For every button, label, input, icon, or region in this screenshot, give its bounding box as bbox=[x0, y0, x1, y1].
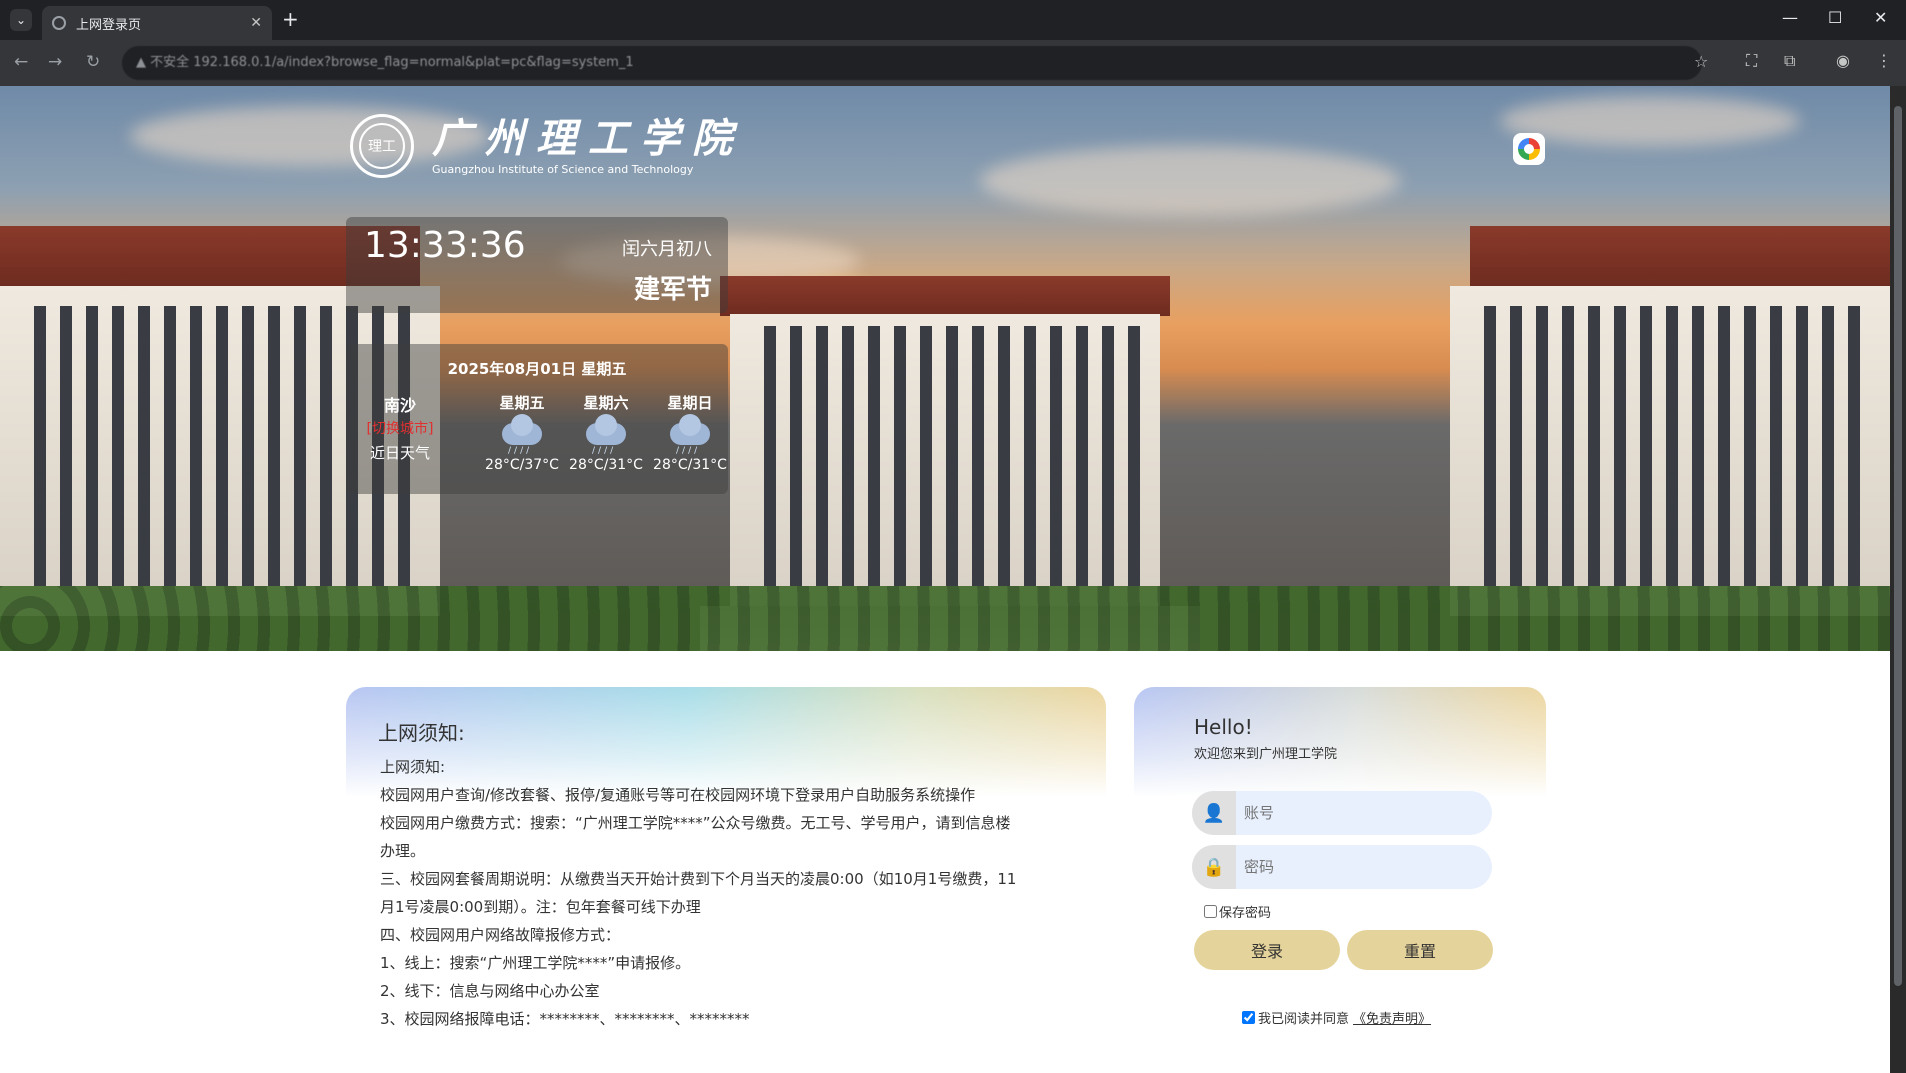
notice-panel: 上网须知: 上网须知: 校园网用户查询/修改套餐、报停/复通账号等可在校园网环境… bbox=[346, 687, 1106, 1073]
rain-cloud-icon: //// bbox=[586, 414, 626, 456]
scrollbar-thumb[interactable] bbox=[1894, 106, 1902, 986]
weather-day: 星期六 //// 28°C/31°C bbox=[569, 394, 643, 473]
password-field: 🔒 bbox=[1192, 845, 1492, 889]
account-field: 👤 bbox=[1192, 791, 1492, 835]
school-name-en: Guangzhou Institute of Science and Techn… bbox=[432, 162, 694, 176]
user-icon: 👤 bbox=[1192, 791, 1236, 835]
agree-label: 我已阅读并同意 bbox=[1258, 1012, 1350, 1027]
welcome-text: 欢迎您来到广州理工学院 bbox=[1194, 747, 1338, 762]
minimize-button[interactable]: — bbox=[1782, 8, 1798, 27]
browser-toolbar: ← → ↻ ▲ 不安全 192.168.0.1/a/index?browse_f… bbox=[0, 40, 1906, 86]
remember-password-checkbox[interactable] bbox=[1204, 905, 1217, 918]
browser-tab[interactable]: 上网登录页 ✕ bbox=[42, 6, 272, 40]
back-icon[interactable]: ← bbox=[14, 52, 28, 72]
password-input[interactable] bbox=[1236, 845, 1476, 889]
bookmark-star-icon[interactable]: ☆ bbox=[1694, 52, 1708, 71]
notice-line: 校园网用户查询/修改套餐、报停/复通账号等可在校园网环境下登录用户自助服务系统操… bbox=[380, 786, 976, 804]
recent-weather-label: 近日天气 bbox=[369, 444, 430, 462]
profile-icon[interactable]: ◉ bbox=[1836, 51, 1850, 70]
tab-search-button[interactable]: ⌄ bbox=[10, 9, 32, 31]
account-input[interactable] bbox=[1236, 791, 1476, 835]
tab-title: 上网登录页 bbox=[76, 17, 142, 33]
reload-icon[interactable]: ↻ bbox=[86, 52, 100, 72]
disclaimer-link[interactable]: 《免责声明》 bbox=[1353, 1008, 1431, 1027]
notice-line: 1、线上：搜索“广州理工学院****”申请报修。 bbox=[380, 954, 691, 972]
weather-day: 星期五 //// 28°C/37°C bbox=[485, 394, 559, 473]
notice-line: 3、校园网络报障电话：********、********、******** bbox=[380, 1010, 750, 1028]
notice-line: 校园网用户缴费方式：搜索：“广州理工学院****”公众号缴费。无工号、学号用户，… bbox=[380, 814, 1011, 832]
agree-checkbox[interactable] bbox=[1242, 1011, 1255, 1024]
hello-heading: Hello! bbox=[1194, 715, 1253, 739]
school-name-cn: 广州理工学院 bbox=[432, 114, 744, 162]
screenshot-icon[interactable]: ⛶ bbox=[1746, 51, 1757, 71]
weather-date: 2025年08月01日 星期五 bbox=[447, 360, 627, 378]
login-panel: Hello! 欢迎您来到广州理工学院 👤 🔒 保存密码 登录 重置 我已阅读并同… bbox=[1134, 687, 1546, 1073]
close-tab-icon[interactable]: ✕ bbox=[250, 15, 262, 31]
notice-line: 2、线下：信息与网络中心办公室 bbox=[380, 982, 600, 1000]
page-scrollbar[interactable] bbox=[1890, 86, 1906, 1073]
address-bar[interactable]: ▲ 不安全 192.168.0.1/a/index?browse_flag=no… bbox=[122, 46, 1702, 80]
lock-icon: 🔒 bbox=[1192, 845, 1236, 889]
notice-line: 办理。 bbox=[380, 842, 426, 860]
remember-password-label: 保存密码 bbox=[1219, 906, 1272, 921]
rain-cloud-icon: //// bbox=[502, 414, 542, 456]
rain-cloud-icon: //// bbox=[670, 414, 710, 456]
lunar-date: 闰六月初八 bbox=[622, 239, 712, 260]
change-city-link[interactable]: [切换城市] bbox=[364, 418, 436, 438]
notice-body: 上网须知: 校园网用户查询/修改套餐、报停/复通账号等可在校园网环境下登录用户自… bbox=[380, 753, 1080, 1033]
clock-time: 13:33:36 bbox=[364, 225, 526, 266]
browser-tab-bar: ⌄ 上网登录页 ✕ + — ☐ ✕ bbox=[0, 0, 1906, 40]
holiday-name: 建军节 bbox=[633, 275, 712, 305]
notice-line: 四、校园网用户网络故障报修方式： bbox=[380, 926, 621, 944]
remember-password[interactable]: 保存密码 bbox=[1204, 902, 1271, 921]
google-lens-icon[interactable] bbox=[1513, 133, 1545, 165]
clock-panel: 13:33:36 闰六月初八 建军节 bbox=[346, 217, 728, 313]
weather-panel: 2025年08月01日 星期五 南沙 [切换城市] 近日天气 星期五 //// … bbox=[346, 344, 728, 494]
agree-terms[interactable]: 我已阅读并同意 《免责声明》 bbox=[1242, 1008, 1431, 1027]
notice-line: 月1号凌晨0:00到期）。注：包年套餐可线下办理 bbox=[380, 898, 701, 916]
globe-icon bbox=[52, 16, 66, 30]
notice-line: 三、校园网套餐周期说明：从缴费当天开始计费到下个月当天的凌晨0:00（如10月1… bbox=[380, 870, 1017, 888]
notice-line: 上网须知: bbox=[380, 758, 446, 776]
maximize-button[interactable]: ☐ bbox=[1828, 8, 1842, 27]
weather-city: 南沙 bbox=[383, 396, 416, 415]
page-content: 理工 广州理工学院 Guangzhou Institute of Science… bbox=[0, 86, 1890, 1073]
menu-icon[interactable]: ⋮ bbox=[1876, 51, 1892, 70]
school-logo: 理工 广州理工学院 Guangzhou Institute of Science… bbox=[350, 114, 744, 178]
extensions-icon[interactable]: ⧉ bbox=[1784, 51, 1795, 71]
school-seal-icon: 理工 bbox=[350, 114, 414, 178]
forward-icon[interactable]: → bbox=[48, 52, 62, 72]
notice-title: 上网须知: bbox=[378, 721, 465, 745]
weather-day: 星期日 //// 28°C/31°C bbox=[653, 394, 727, 473]
close-window-button[interactable]: ✕ bbox=[1874, 8, 1887, 27]
campus-banner: 理工 广州理工学院 Guangzhou Institute of Science… bbox=[0, 86, 1890, 651]
new-tab-button[interactable]: + bbox=[282, 8, 299, 30]
login-button[interactable]: 登录 bbox=[1194, 930, 1340, 970]
reset-button[interactable]: 重置 bbox=[1347, 930, 1493, 970]
